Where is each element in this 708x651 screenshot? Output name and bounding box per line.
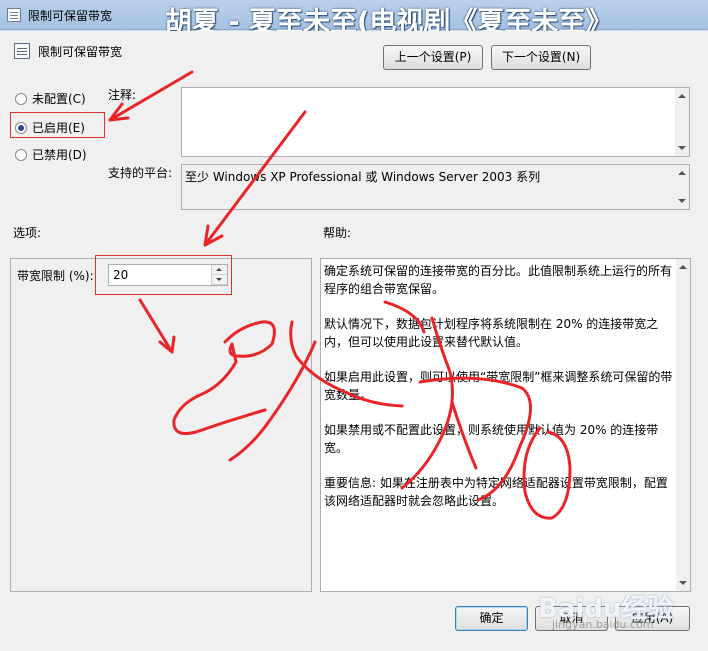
- options-panel: [10, 258, 312, 592]
- highlight-bandwidth-box: [95, 255, 232, 295]
- ok-button[interactable]: 确定: [455, 606, 528, 631]
- policy-icon: [7, 8, 21, 22]
- brand-url: jingyan.baidu.com: [552, 618, 654, 631]
- radio-not-configured-dot[interactable]: [15, 92, 27, 105]
- scroll-up-icon[interactable]: [678, 94, 686, 98]
- radio-disabled-label: 已禁用(D): [32, 148, 87, 162]
- title-bar: 限制可保留带宽 胡夏 - 夏至未至(电视剧《夏至未至》: [0, 0, 708, 38]
- platform-value: 至少 Windows XP Professional 或 Windows Ser…: [185, 170, 541, 184]
- radio-disabled[interactable]: 已禁用(D): [15, 146, 87, 163]
- help-scrollbar[interactable]: [676, 259, 690, 591]
- dialog-body: 限制可保留带宽 上一个设置(P) 下一个设置(N) 未配置(C) 已启用(E) …: [0, 31, 708, 651]
- radio-not-configured-label: 未配置(C): [32, 92, 86, 106]
- help-paragraph: 如果启用此设置，则可以使用“带宽限制”框来调整系统可保留的带宽数量。: [324, 370, 673, 402]
- help-paragraph: 重要信息: 如果在注册表中为特定网络适配器设置带宽限制，配置该网络适配器时就会忽…: [324, 476, 668, 508]
- options-label: 选项:: [13, 226, 42, 240]
- comment-textarea[interactable]: [181, 87, 690, 157]
- comment-scrollbar[interactable]: [675, 88, 689, 156]
- scroll-up-icon[interactable]: [679, 265, 687, 269]
- radio-not-configured[interactable]: 未配置(C): [15, 90, 86, 107]
- comment-label: 注释:: [108, 88, 137, 102]
- radio-disabled-dot[interactable]: [15, 148, 27, 161]
- help-text: 确定系统可保留的连接带宽的百分比。此值限制系统上运行的所有程序的组合带宽保留。 …: [324, 262, 674, 527]
- help-paragraph: 如果禁用或不配置此设置，则系统使用默认值为 20% 的连接带宽。: [324, 423, 659, 455]
- help-paragraph: 默认情况下，数据包计划程序将系统限制在 20% 的连接带宽之内，但可以使用此设置…: [324, 317, 659, 349]
- bandwidth-limit-label: 带宽限制 (%):: [17, 269, 94, 283]
- help-paragraph: 确定系统可保留的连接带宽的百分比。此值限制系统上运行的所有程序的组合带宽保留。: [324, 264, 673, 296]
- help-label: 帮助:: [323, 226, 352, 240]
- setting-icon: [14, 43, 30, 59]
- setting-name: 限制可保留带宽: [38, 45, 123, 59]
- platform-label: 支持的平台:: [108, 166, 173, 180]
- window-title: 限制可保留带宽: [28, 9, 113, 23]
- platform-field: 至少 Windows XP Professional 或 Windows Ser…: [181, 164, 690, 210]
- scroll-down-icon[interactable]: [679, 581, 687, 585]
- platform-scrollbar[interactable]: [675, 165, 689, 209]
- prev-setting-button[interactable]: 上一个设置(P): [383, 45, 483, 70]
- scroll-down-icon[interactable]: [678, 146, 686, 150]
- help-panel: 确定系统可保留的连接带宽的百分比。此值限制系统上运行的所有程序的组合带宽保留。 …: [320, 258, 691, 592]
- next-setting-button[interactable]: 下一个设置(N): [491, 45, 591, 70]
- scroll-down-icon[interactable]: [678, 199, 686, 203]
- highlight-enabled-box: [10, 112, 105, 138]
- scroll-up-icon[interactable]: [678, 171, 686, 175]
